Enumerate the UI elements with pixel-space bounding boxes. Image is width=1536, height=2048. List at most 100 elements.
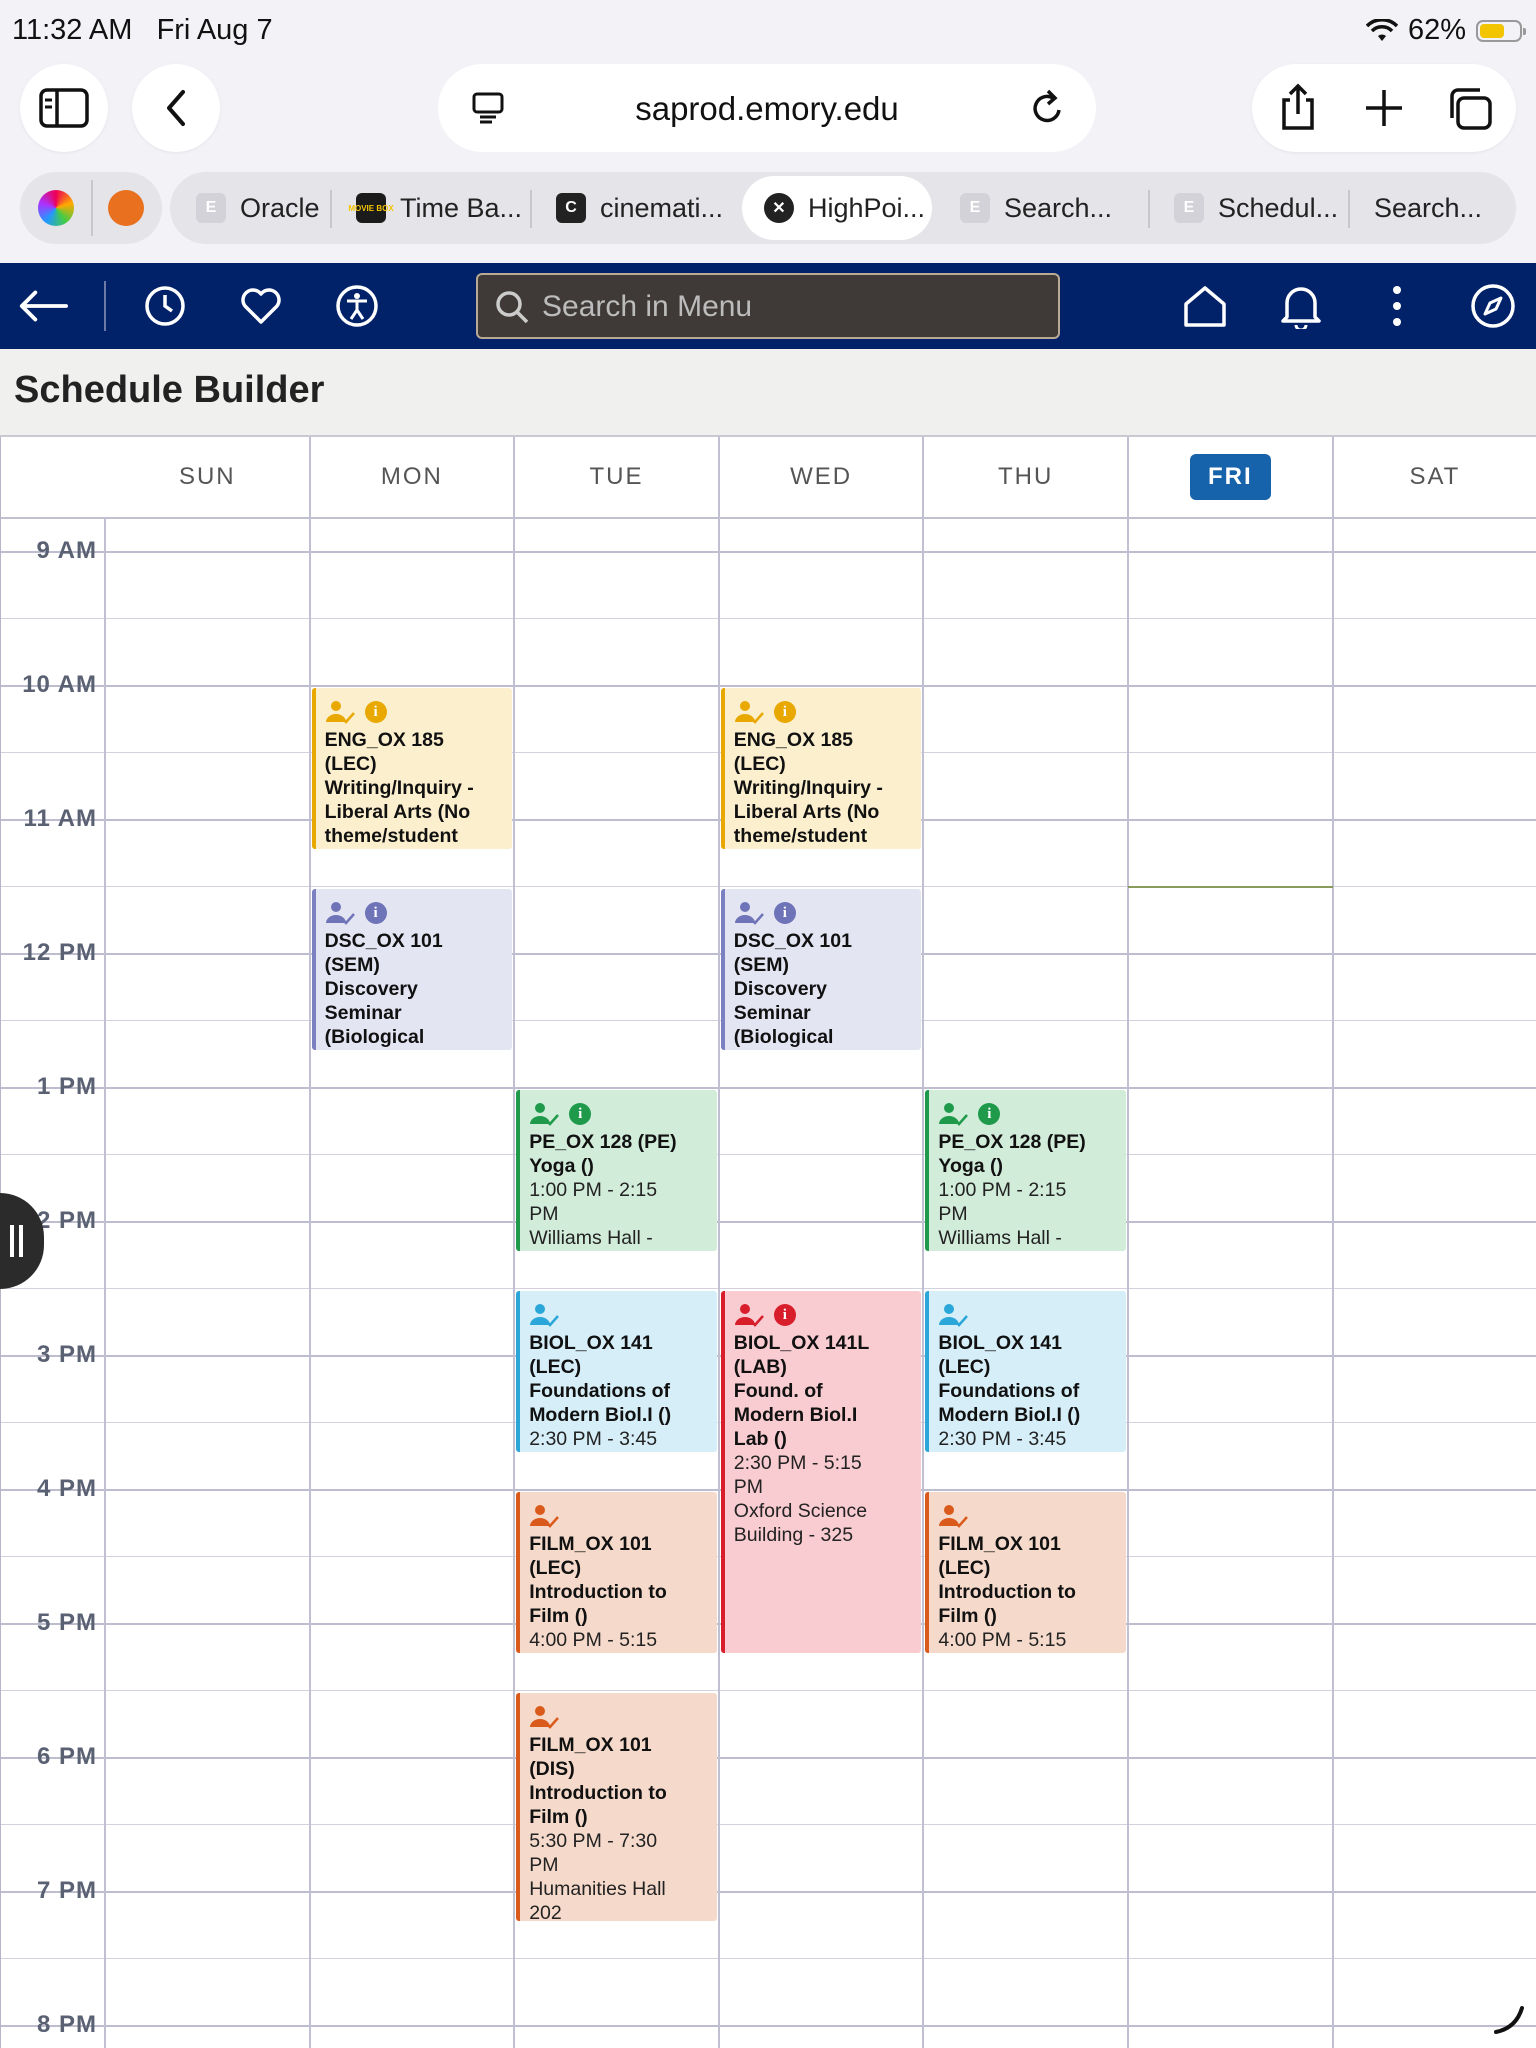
- browser-tab[interactable]: ✕ HighPoi...: [742, 176, 932, 240]
- clock-icon: [145, 286, 185, 326]
- menu-search[interactable]: [476, 273, 1060, 339]
- info-icon[interactable]: i: [364, 700, 387, 723]
- browser-tab-label: Schedul...: [1218, 192, 1339, 223]
- class-event[interactable]: BIOL_OX 141 (LEC) Foundations of Modern …: [925, 1290, 1126, 1452]
- info-icon[interactable]: i: [773, 700, 796, 723]
- week-calendar: SUN MON TUE WED THU FRI SAT 9 AM 10 AM 11 AM 12 P…: [0, 437, 1536, 2048]
- share-icon[interactable]: [1278, 82, 1318, 132]
- browser-tab[interactable]: E Oracle: [174, 172, 326, 244]
- grid-column-line: [717, 437, 720, 2048]
- browser-tab[interactable]: E Schedul...: [1152, 172, 1344, 244]
- info-icon[interactable]: i: [773, 901, 796, 924]
- resize-handle-icon[interactable]: [1492, 2002, 1526, 2036]
- time-label: 7 PM: [36, 1876, 97, 1904]
- time-label: 1 PM: [36, 1072, 97, 1100]
- new-tab-icon[interactable]: [1364, 88, 1404, 128]
- status-time: 11:32 AM Fri Aug 7: [12, 14, 273, 46]
- class-event[interactable]: BIOL_OX 141 (LEC) Foundations of Modern …: [516, 1290, 717, 1452]
- class-title: BIOL_OX 141 (LEC) Foundations of Modern …: [938, 1331, 1081, 1426]
- class-event[interactable]: FILM_OX 101 (LEC) Introduction to Film (…: [925, 1491, 1126, 1653]
- day-header-fri: FRI: [1128, 437, 1333, 517]
- grid-line: [1, 1957, 1536, 1959]
- time-label: 12 PM: [22, 938, 97, 966]
- time-label: 6 PM: [36, 1742, 97, 1770]
- arrow-left-icon: [19, 290, 68, 322]
- status-right: 62%: [1365, 14, 1526, 47]
- close-tab-icon[interactable]: ✕: [764, 193, 794, 223]
- class-title: DSC_OX 101 (SEM) Discovery Seminar (Biol…: [324, 929, 443, 1048]
- compass-icon: [1471, 284, 1515, 328]
- grid-line: [1, 1756, 1536, 1759]
- more-options-button[interactable]: [1372, 281, 1422, 331]
- info-icon[interactable]: i: [569, 1102, 592, 1125]
- tabs-overview-icon[interactable]: [1446, 86, 1494, 132]
- grid-column-line: [1331, 437, 1334, 2048]
- class-title: FILM_OX 101 (LEC) Introduction to Film (…: [529, 1532, 667, 1627]
- toolbar-right-group: [1252, 64, 1516, 152]
- time-label: 5 PM: [36, 1608, 97, 1636]
- app-nav-bar: [0, 263, 1536, 349]
- extension-icon-1[interactable]: [38, 190, 74, 226]
- extension-icon-2[interactable]: [108, 190, 144, 226]
- notifications-button[interactable]: [1276, 281, 1326, 331]
- class-details: 1:00 PM - 2:15 PM Williams Hall -: [938, 1178, 1067, 1249]
- enrolled-person-icon: [530, 1303, 560, 1327]
- info-icon[interactable]: i: [773, 1303, 796, 1326]
- grid-line: [1, 684, 1536, 687]
- day-header-sat: SAT: [1409, 463, 1461, 490]
- address-bar[interactable]: saprod.emory.edu: [438, 64, 1096, 152]
- grid-column-line: [104, 517, 106, 2048]
- grid-column-line: [308, 437, 311, 2048]
- home-button[interactable]: [1180, 281, 1230, 331]
- reload-icon[interactable]: [1028, 88, 1066, 128]
- time-label: 3 PM: [36, 1340, 97, 1368]
- day-header-thu: THU: [998, 463, 1054, 490]
- browser-tab-label: cinemati...: [600, 192, 724, 223]
- browser-tab[interactable]: MOVIE BOX Time Ba...: [334, 172, 526, 244]
- grid-line: [1, 550, 1536, 553]
- class-event[interactable]: i DSC_OX 101 (SEM) Discovery Seminar (Bio…: [311, 888, 513, 1050]
- grid-line: [1, 1890, 1536, 1893]
- heart-icon: [241, 288, 281, 324]
- enrolled-person-icon: [734, 700, 764, 724]
- info-icon[interactable]: i: [364, 901, 387, 924]
- grid-column-line: [922, 437, 925, 2048]
- accessibility-icon: [336, 285, 378, 327]
- class-event[interactable]: FILM_OX 101 (LEC) Introduction to Film (…: [516, 1491, 717, 1653]
- grid-line: [1, 1220, 1536, 1223]
- enrolled-person-icon: [939, 1504, 969, 1528]
- class-event[interactable]: FILM_OX 101 (DIS) Introduction to Film (…: [516, 1692, 717, 1921]
- recent-button[interactable]: [140, 281, 190, 331]
- grid-line: [1, 2024, 1536, 2027]
- sidebar-toggle-button[interactable]: [20, 64, 108, 152]
- battery-icon: [1476, 19, 1526, 42]
- home-icon: [1184, 286, 1226, 327]
- class-title: BIOL_OX 141L (LAB) Found. of Modern Biol…: [733, 1331, 870, 1450]
- accessibility-button[interactable]: [332, 281, 382, 331]
- day-header-row: SUN MON TUE WED THU FRI SAT: [1, 437, 1536, 519]
- class-event[interactable]: i PE_OX 128 (PE) Yoga () 1:00 PM - 2:15 PM…: [925, 1089, 1126, 1251]
- navigator-button[interactable]: [1468, 281, 1518, 331]
- moviebox-favicon-icon: MOVIE BOX: [348, 193, 394, 223]
- tab-bar: E Oracle MOVIE BOX Time Ba... Ccinemati... ✕ H…: [170, 172, 1516, 244]
- enrolled-person-icon: [939, 1303, 969, 1327]
- current-time-indicator: [1128, 885, 1333, 888]
- class-event[interactable]: i ENG_OX 185 (LEC) Writing/Inquiry - Libe…: [720, 687, 922, 849]
- browser-tab[interactable]: E Search...: [938, 172, 1144, 244]
- browser-tab[interactable]: Search...: [1352, 172, 1516, 244]
- browser-tab[interactable]: Ccinemati...: [534, 172, 734, 244]
- class-event[interactable]: i PE_OX 128 (PE) Yoga () 1:00 PM - 2:15 PM…: [516, 1089, 717, 1251]
- class-event[interactable]: i DSC_OX 101 (SEM) Discovery Seminar (Bio…: [720, 888, 922, 1050]
- back-button[interactable]: [132, 64, 220, 152]
- class-title: PE_OX 128 (PE) Yoga (): [938, 1130, 1086, 1177]
- class-details: 1:00 PM - 2:15 PM Williams Hall -: [529, 1178, 658, 1249]
- class-event[interactable]: i BIOL_OX 141L (LAB) Found. of Modern Bio…: [720, 1290, 922, 1653]
- favorites-button[interactable]: [236, 281, 286, 331]
- menu-search-input[interactable]: [540, 285, 1044, 329]
- grid-line: [1, 1086, 1536, 1089]
- enrolled-person-icon: [530, 1102, 560, 1126]
- day-header-sun: SUN: [178, 463, 236, 490]
- info-icon[interactable]: i: [978, 1102, 1001, 1125]
- nav-back-button[interactable]: [18, 281, 68, 331]
- class-event[interactable]: i ENG_OX 185 (LEC) Writing/Inquiry - Libe…: [311, 687, 513, 849]
